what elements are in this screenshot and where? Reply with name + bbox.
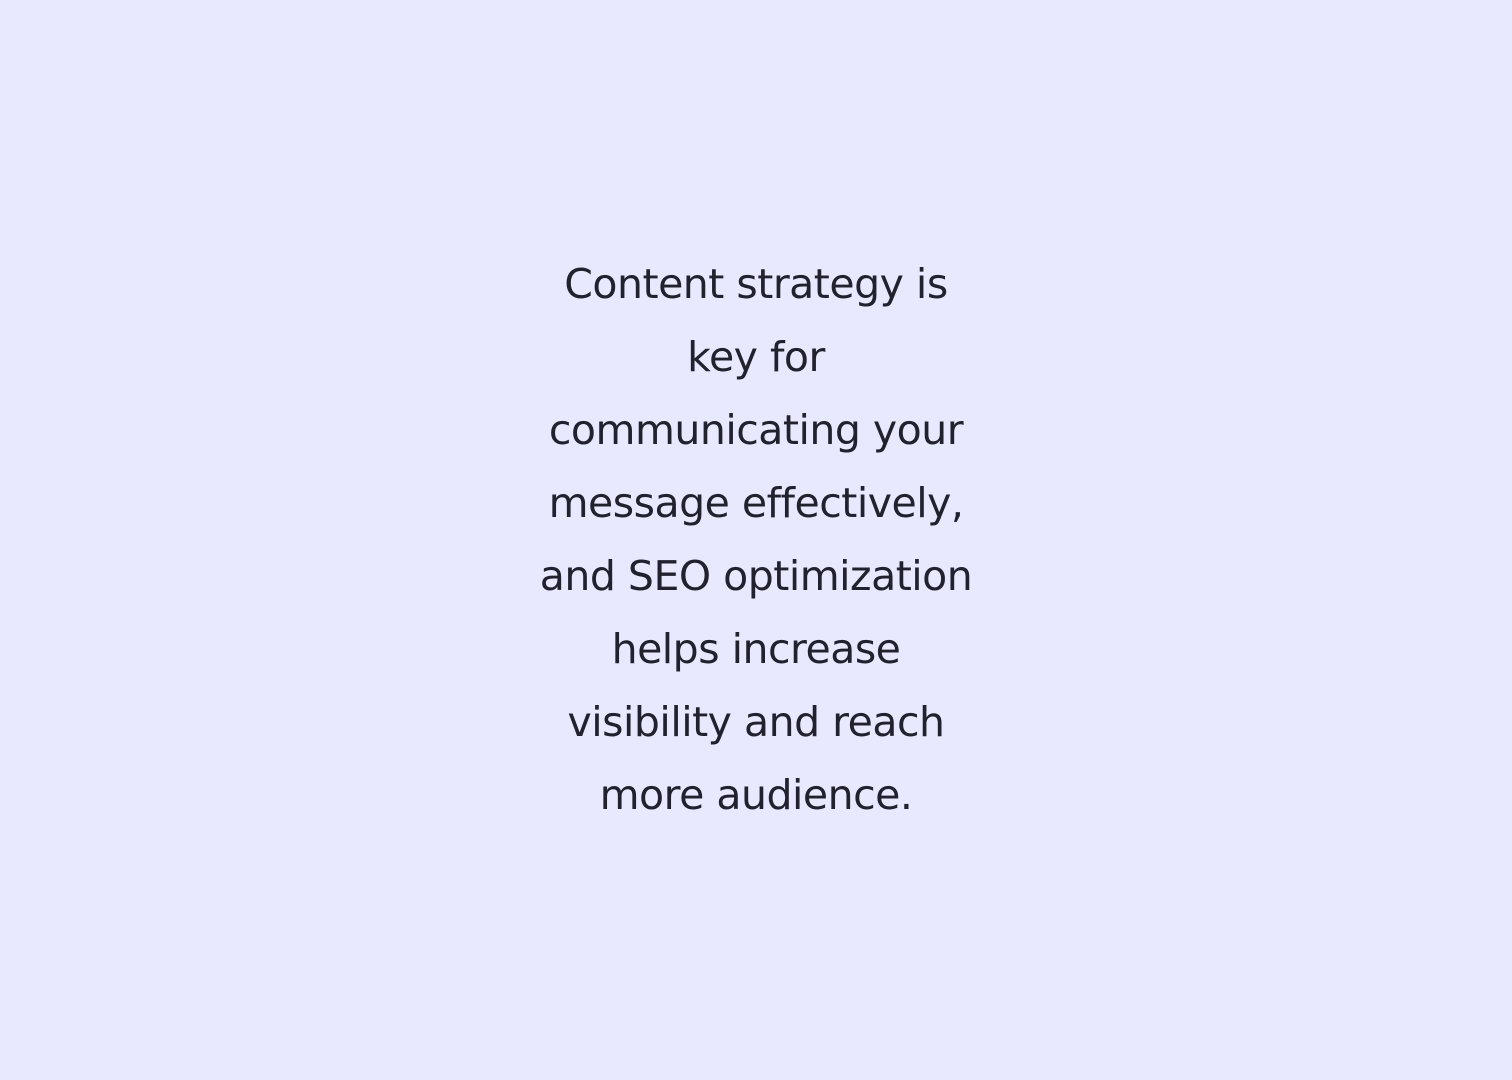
body-text-line: communicating your xyxy=(548,406,964,454)
body-text-line: helps increase xyxy=(611,625,901,673)
body-text-line: and SEO optimization xyxy=(539,552,973,600)
body-text-line: more audience. xyxy=(599,771,913,819)
body-text-line: key for xyxy=(687,333,825,381)
body-text: Content strategy is key for communicatin… xyxy=(456,248,1056,832)
body-text-line: message effectively, xyxy=(548,479,964,527)
body-text-line: Content strategy is xyxy=(564,260,948,308)
body-text-line: visibility and reach xyxy=(567,698,945,746)
slide-canvas: Content strategy is key for communicatin… xyxy=(0,0,1512,1080)
